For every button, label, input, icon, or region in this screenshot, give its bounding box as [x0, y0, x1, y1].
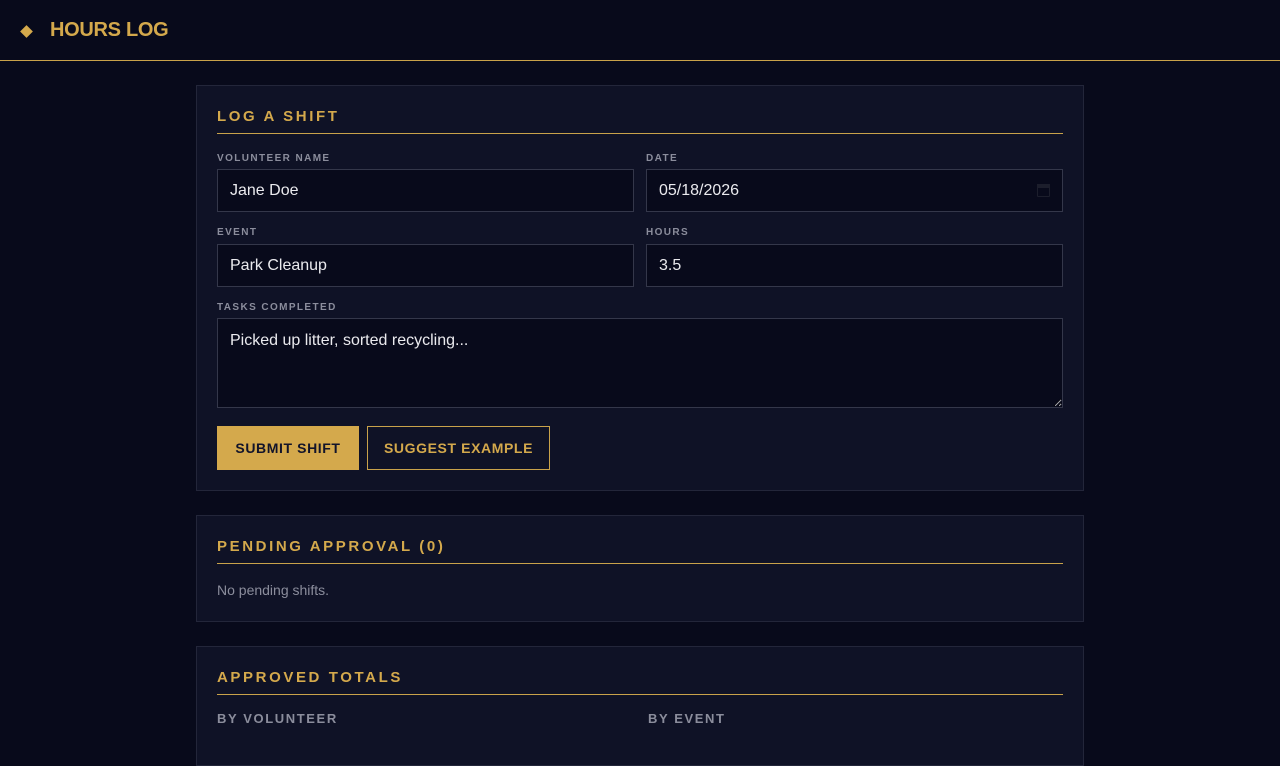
hours-input[interactable]: [646, 244, 1063, 287]
log-shift-panel: LOG A SHIFT VOLUNTEER NAME DATE 05/18/20…: [196, 85, 1084, 491]
pending-approval-panel: PENDING APPROVAL (0) No pending shifts.: [196, 515, 1084, 622]
tasks-completed-textarea[interactable]: Picked up litter, sorted recycling...: [217, 318, 1063, 408]
app-header: HOURS LOG: [0, 0, 1280, 61]
event-label: EVENT: [217, 227, 258, 238]
volunteer-name-input[interactable]: [217, 169, 634, 212]
pending-empty-text: No pending shifts.: [217, 582, 330, 598]
by-event-heading: BY EVENT: [648, 711, 726, 726]
diamond-icon: [20, 24, 33, 38]
log-shift-title: LOG A SHIFT: [217, 108, 1063, 134]
suggest-example-button[interactable]: SUGGEST EXAMPLE: [367, 426, 550, 470]
approved-totals-title: APPROVED TOTALS: [217, 669, 1063, 695]
volunteer-name-label: VOLUNTEER NAME: [217, 153, 331, 164]
app-title: HOURS LOG: [50, 18, 169, 41]
by-volunteer-heading: BY VOLUNTEER: [217, 711, 338, 726]
calendar-icon[interactable]: [1037, 184, 1050, 197]
date-value: 05/18/2026: [659, 181, 740, 199]
hours-label: HOURS: [646, 227, 690, 238]
approved-totals-panel: APPROVED TOTALS BY VOLUNTEER BY EVENT: [196, 646, 1084, 766]
submit-shift-button[interactable]: SUBMIT SHIFT: [217, 426, 359, 470]
date-label: DATE: [646, 153, 679, 164]
date-input[interactable]: 05/18/2026: [646, 169, 1063, 212]
event-input[interactable]: [217, 244, 634, 287]
tasks-completed-label: TASKS COMPLETED: [217, 302, 337, 313]
pending-approval-title: PENDING APPROVAL (0): [217, 538, 1063, 564]
